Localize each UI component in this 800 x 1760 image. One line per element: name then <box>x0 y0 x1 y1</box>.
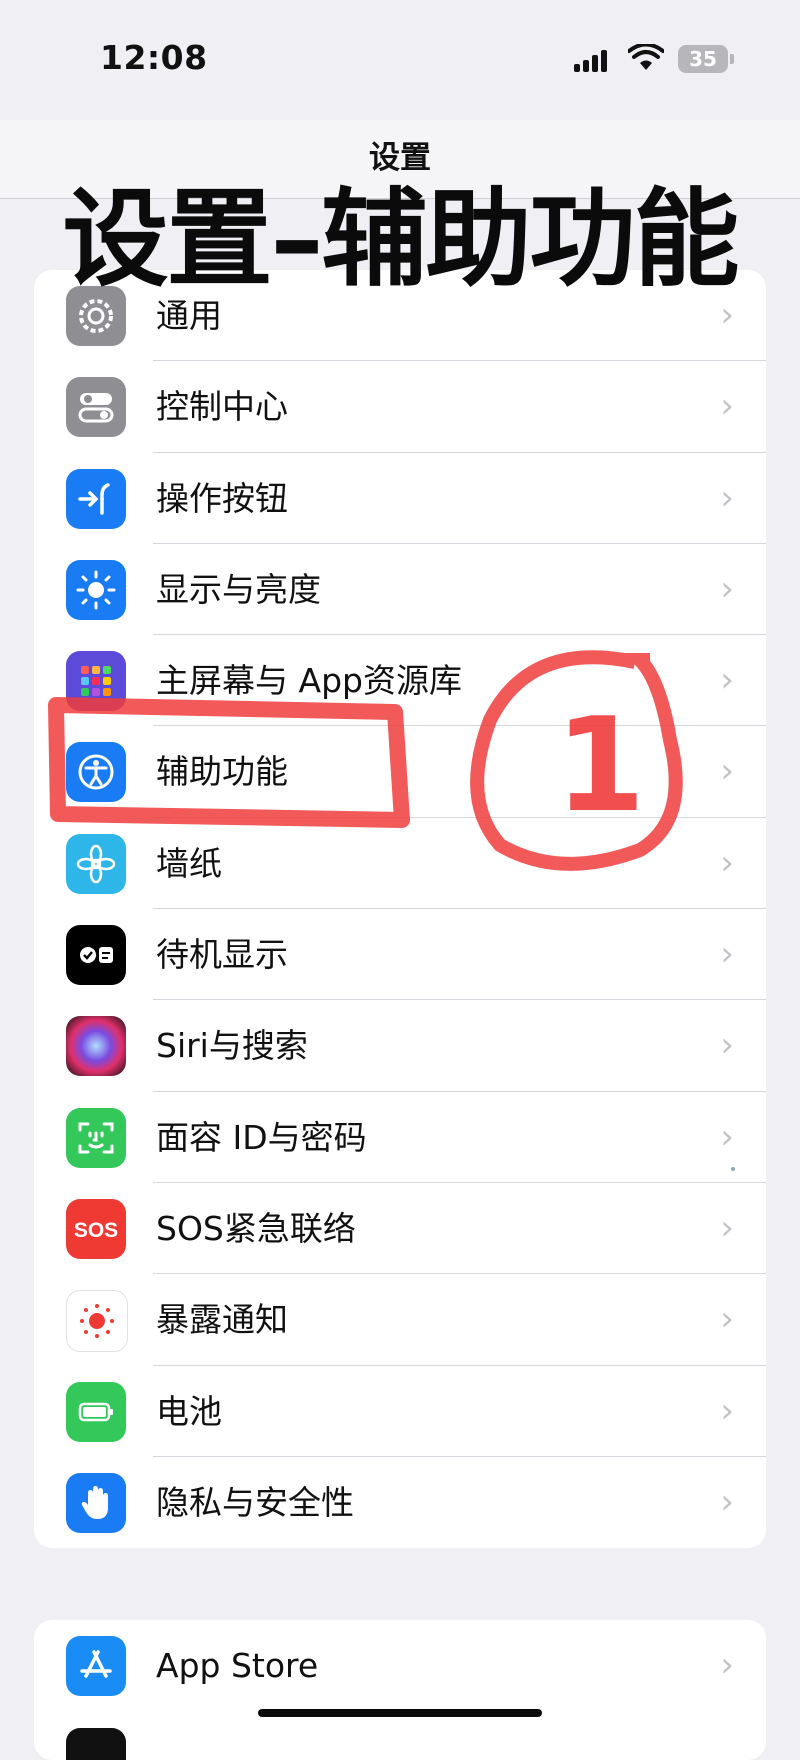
accessibility-icon <box>66 742 126 803</box>
battery-percent: 35 <box>689 47 717 71</box>
chevron-right-icon: › <box>720 660 734 701</box>
settings-row-app-store[interactable]: App Store › <box>34 1620 766 1711</box>
sun-icon <box>66 559 126 620</box>
toggles-icon <box>66 377 126 438</box>
battery-icon <box>66 1381 126 1442</box>
cellular-signal-icon <box>574 50 607 72</box>
chevron-right-icon: › <box>720 1025 734 1066</box>
chevron-right-icon: › <box>720 568 734 609</box>
settings-row-siri-search[interactable]: Siri与搜索 › <box>34 1000 766 1092</box>
settings-row-label: SOS紧急联络 <box>156 1208 356 1248</box>
settings-row-label: App Store <box>156 1646 319 1685</box>
chevron-right-icon: › <box>720 1207 734 1248</box>
chevron-right-icon: › <box>720 1390 734 1431</box>
settings-row-label: 待机显示 <box>156 935 288 975</box>
settings-row-control-center[interactable]: 控制中心 › <box>34 361 766 453</box>
settings-row-home-screen-library[interactable]: 主屏幕与 App资源库 › <box>34 635 766 727</box>
wifi-icon <box>628 44 664 70</box>
chevron-right-icon: › <box>720 1645 734 1685</box>
annotation-number: 1 <box>555 689 646 841</box>
chevron-right-icon: › <box>720 477 734 518</box>
standby-icon <box>66 925 126 986</box>
settings-row-label: 辅助功能 <box>156 752 288 792</box>
svg-text:SOS: SOS <box>74 1219 118 1242</box>
settings-group-main: 通用 › 控制中心 › 操作按钮 › 显示与亮度 › 主屏幕与 App资源库 ›… <box>34 270 766 1548</box>
settings-row-accessibility[interactable]: 辅助功能 › <box>34 726 766 819</box>
app-grid-icon <box>66 651 126 712</box>
status-bar: 12:08 35 <box>0 0 800 120</box>
settings-row-standby[interactable]: 待机显示 › <box>34 909 766 1001</box>
settings-row-action-button[interactable]: 操作按钮 › <box>34 453 766 545</box>
settings-row-privacy-security[interactable]: 隐私与安全性 › <box>34 1457 766 1548</box>
chevron-right-icon: › <box>720 1481 734 1522</box>
app-store-icon <box>66 1636 126 1696</box>
settings-row-label: Siri与搜索 <box>156 1026 308 1066</box>
exposure-icon <box>66 1290 128 1353</box>
action-button-icon <box>66 468 126 529</box>
settings-row-label: 面容 ID与密码 <box>156 1117 367 1157</box>
settings-row-face-id-passcode[interactable]: 面容 ID与密码 › <box>34 1092 766 1184</box>
settings-row-label: 操作按钮 <box>156 478 288 518</box>
page-title: 设置 <box>369 140 431 176</box>
settings-row-label: 电池 <box>156 1391 222 1431</box>
flower-icon <box>66 833 126 894</box>
settings-row-label: 隐私与安全性 <box>156 1482 354 1522</box>
stray-dot <box>731 1167 735 1171</box>
siri-icon <box>66 1016 126 1077</box>
hand-icon <box>66 1472 126 1533</box>
chevron-right-icon: › <box>720 842 734 883</box>
settings-row-emergency-sos[interactable]: SOS SOS紧急联络 › <box>34 1183 766 1275</box>
chevron-right-icon: › <box>720 934 734 975</box>
settings-row-label: 暴露通知 <box>156 1300 288 1340</box>
settings-row-wallpaper[interactable]: 墙纸 › <box>34 818 766 910</box>
chevron-right-icon: › <box>720 751 734 792</box>
chevron-right-icon: › <box>720 1299 734 1340</box>
chevron-right-icon: › <box>720 386 734 427</box>
settings-row-display-brightness[interactable]: 显示与亮度 › <box>34 544 766 636</box>
status-time: 12:08 <box>100 38 208 77</box>
settings-row-label: 主屏幕与 App资源库 <box>156 661 462 701</box>
settings-row-exposure-notifications[interactable]: 暴露通知 › <box>34 1274 766 1366</box>
overlay-title: 设置–辅助功能 <box>62 178 740 301</box>
settings-row-battery[interactable]: 电池 › <box>34 1366 766 1458</box>
battery-indicator: 35 <box>678 45 734 73</box>
sos-icon: SOS <box>66 1198 126 1259</box>
settings-row-label: 显示与亮度 <box>156 569 321 609</box>
battery-cap <box>730 54 734 64</box>
settings-row-label: 墙纸 <box>156 843 222 883</box>
home-indicator[interactable] <box>258 1709 542 1717</box>
settings-row-label: 控制中心 <box>156 387 288 427</box>
face-id-icon <box>66 1107 126 1168</box>
settings-group-apps: App Store › <box>34 1620 766 1760</box>
